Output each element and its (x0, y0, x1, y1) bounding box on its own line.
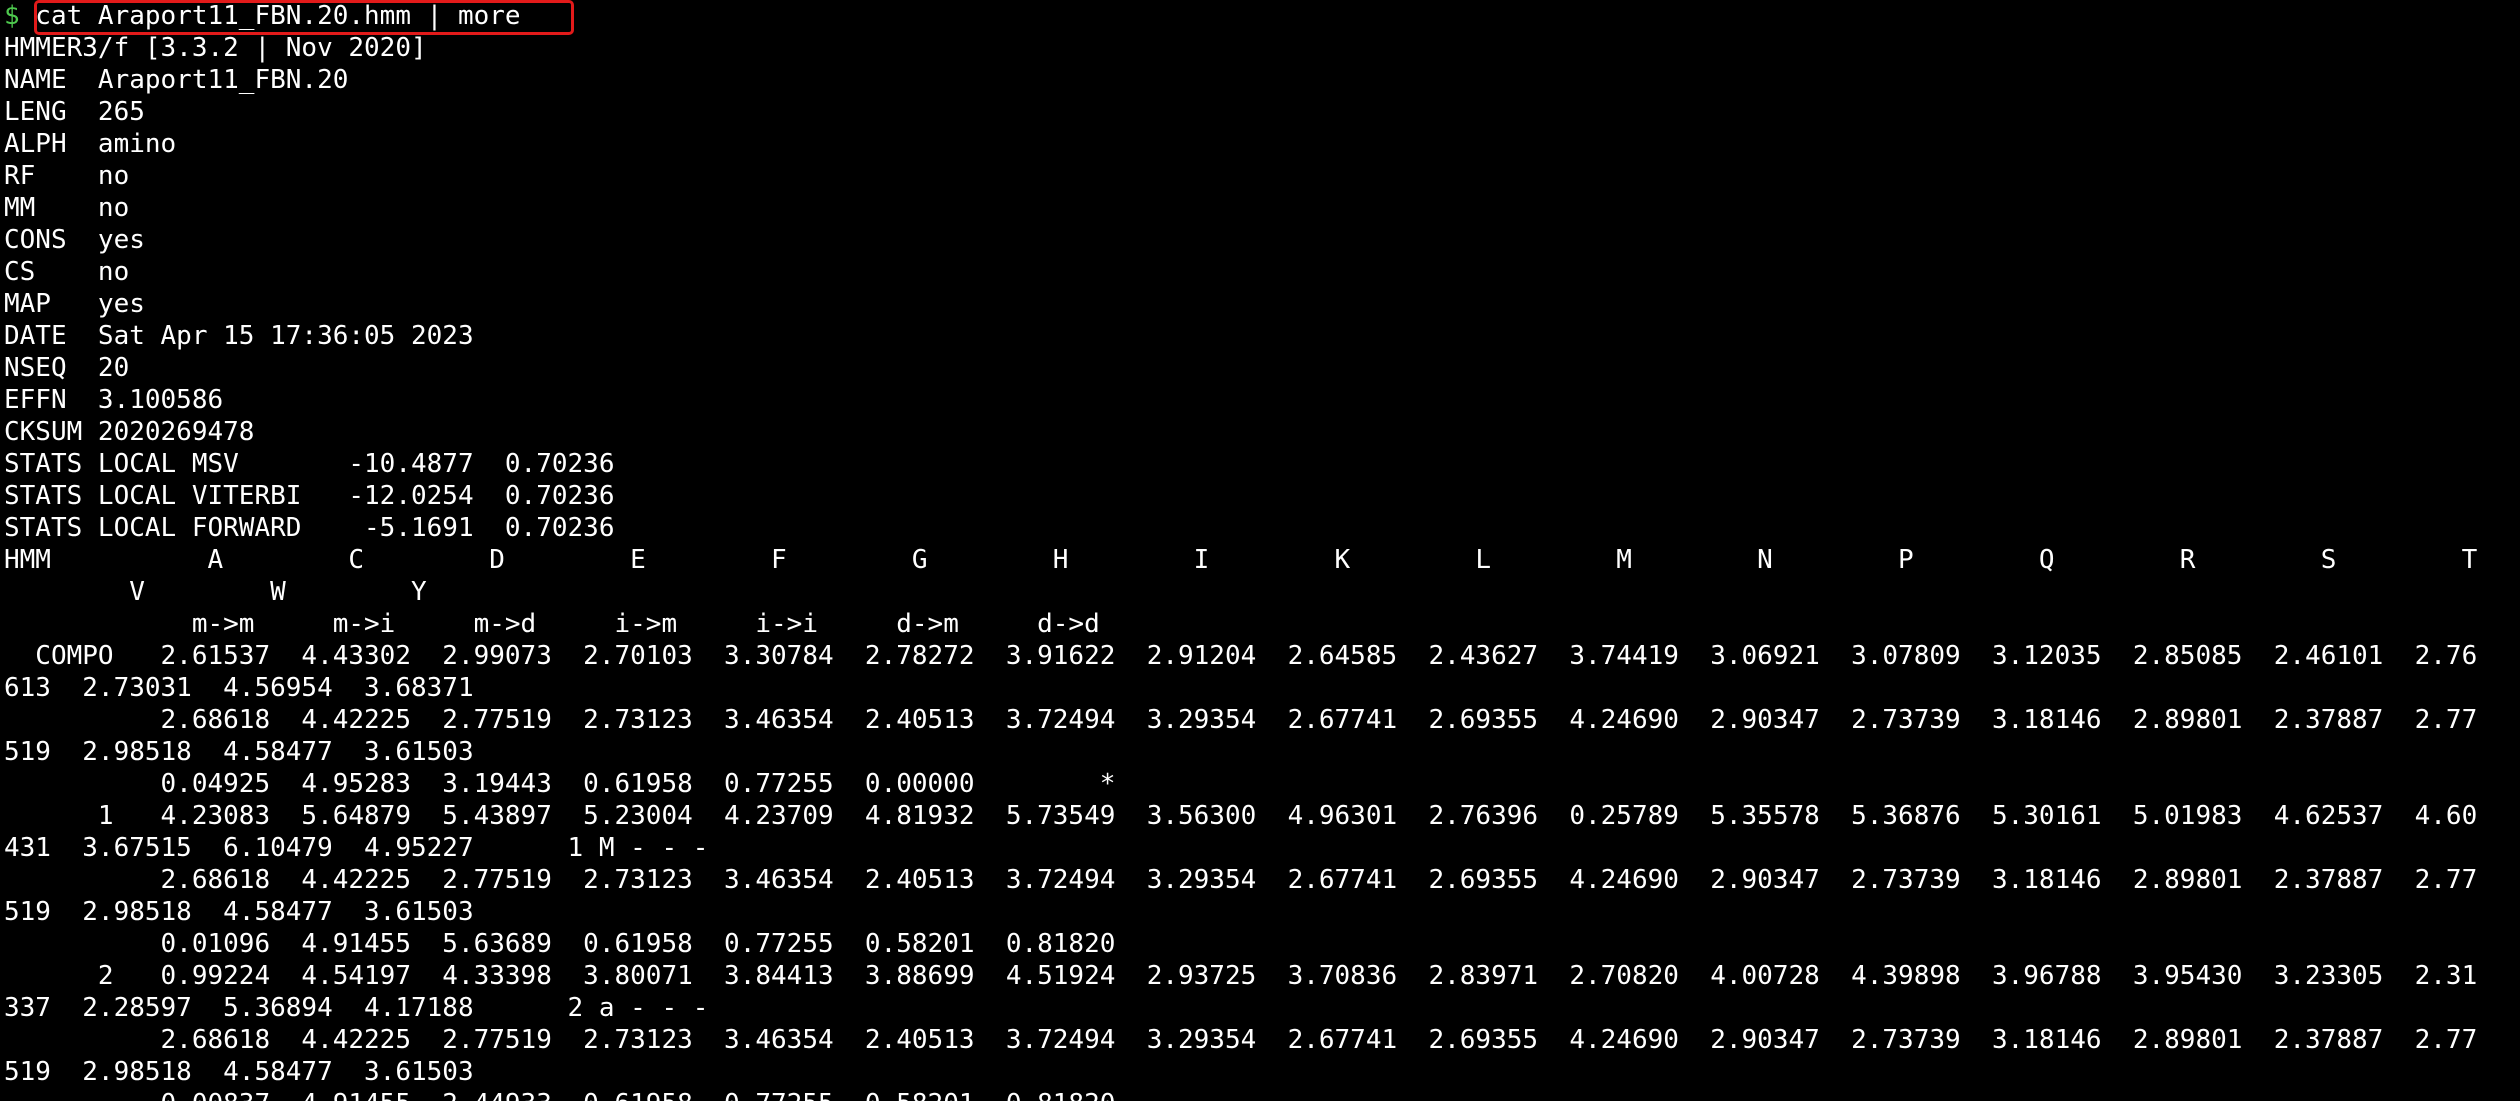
output-line: ALPH amino (4, 129, 177, 159)
output-line: MM no (4, 193, 130, 223)
output-line: DATE Sat Apr 15 17:36:05 2023 (4, 321, 474, 351)
output-line: HMMER3/f [3.3.2 | Nov 2020] (4, 33, 427, 63)
output-line: 519 2.98518 4.58477 3.61503 (4, 897, 474, 927)
terminal-output: HMMER3/f [3.3.2 | Nov 2020] NAME Araport1… (0, 32, 2520, 1101)
output-line: 1 4.23083 5.64879 5.43897 5.23004 4.2370… (4, 801, 2478, 831)
output-line: 519 2.98518 4.58477 3.61503 (4, 1057, 474, 1087)
prompt-symbol: $ (4, 1, 20, 31)
output-line: 0.01096 4.91455 5.63689 0.61958 0.77255 … (4, 929, 1116, 959)
output-line: 2 0.99224 4.54197 4.33398 3.80071 3.8441… (4, 961, 2478, 991)
output-line: V W Y (4, 577, 427, 607)
output-line: LENG 265 (4, 97, 145, 127)
output-line: CKSUM 2020269478 (4, 417, 255, 447)
output-line: 613 2.73031 4.56954 3.68371 (4, 673, 474, 703)
output-line: 2.68618 4.42225 2.77519 2.73123 3.46354 … (4, 865, 2478, 895)
output-line: NSEQ 20 (4, 353, 130, 383)
output-line: EFFN 3.100586 (4, 385, 224, 415)
output-line: 519 2.98518 4.58477 3.61503 (4, 737, 474, 767)
output-line: STATS LOCAL FORWARD -5.1691 0.70236 (4, 513, 615, 543)
output-line: NAME Araport11_FBN.20 (4, 65, 349, 95)
output-line: CONS yes (4, 225, 145, 255)
output-line: 0.00837 4.91455 2.44933 0.61958 0.77255 … (0, 1088, 2520, 1101)
terminal-window[interactable]: $ cat Araport11_FBN.20.hmm | more HMMER3… (0, 0, 2520, 1101)
output-line: 2.68618 4.42225 2.77519 2.73123 3.46354 … (4, 1025, 2478, 1055)
output-line: COMPO 2.61537 4.43302 2.99073 2.70103 3.… (4, 641, 2478, 671)
output-line: 2.68618 4.42225 2.77519 2.73123 3.46354 … (4, 705, 2478, 735)
output-line: 337 2.28597 5.36894 4.17188 2 a - - - (4, 993, 709, 1023)
output-line: STATS LOCAL VITERBI -12.0254 0.70236 (4, 481, 615, 511)
command-text: cat Araport11_FBN.20.hmm | more (19, 1, 521, 31)
command-prompt-line[interactable]: $ cat Araport11_FBN.20.hmm | more (0, 0, 2520, 32)
output-line: 0.04925 4.95283 3.19443 0.61958 0.77255 … (4, 769, 1116, 799)
output-line: m->m m->i m->d i->m i->i d->m d->d (4, 609, 1100, 639)
output-line: STATS LOCAL MSV -10.4877 0.70236 (4, 449, 615, 479)
output-line: 431 3.67515 6.10479 4.95227 1 M - - - (4, 833, 709, 863)
output-line: MAP yes (4, 289, 145, 319)
output-line: CS no (4, 257, 130, 287)
output-line: RF no (4, 161, 130, 191)
output-line: HMM A C D E F G H I K L M N P Q R S T (4, 545, 2478, 575)
